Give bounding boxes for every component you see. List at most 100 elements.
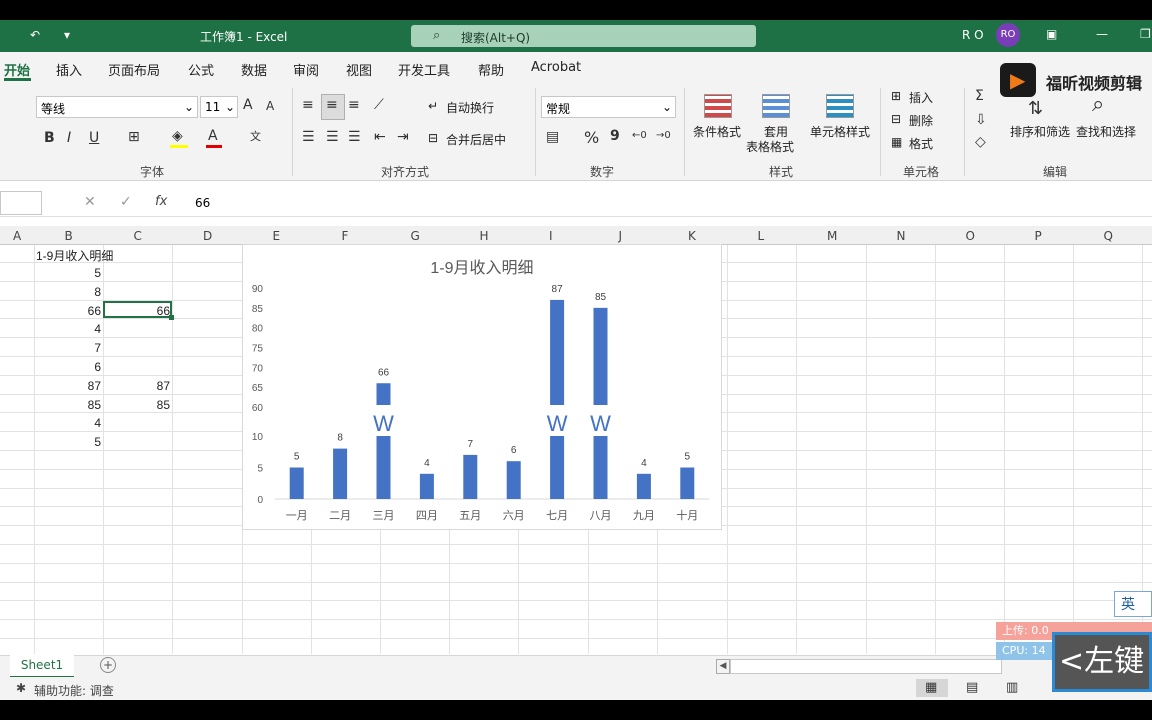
column-header-c[interactable]: C: [134, 229, 142, 243]
cell-b2[interactable]: 5: [34, 266, 101, 280]
tab-view[interactable]: 视图: [346, 60, 372, 79]
delete-cells-button[interactable]: 删除: [909, 112, 933, 129]
merge-center-button[interactable]: 合并后居中: [446, 131, 506, 148]
align-right-icon[interactable]: ☰: [348, 129, 361, 145]
cell-b7[interactable]: 6: [34, 360, 101, 374]
column-header-o[interactable]: O: [966, 229, 975, 243]
increase-indent-icon[interactable]: ⇥: [397, 129, 409, 145]
column-header-k[interactable]: K: [688, 229, 696, 243]
sheet-tab-sheet1[interactable]: Sheet1: [10, 655, 74, 678]
autosum-icon[interactable]: Σ: [975, 88, 984, 104]
table-format-button[interactable]: 表格格式: [746, 138, 794, 155]
grow-font-button[interactable]: A: [243, 97, 253, 113]
tab-insert[interactable]: 插入: [56, 60, 82, 79]
column-header-d[interactable]: D: [203, 229, 212, 243]
align-left-icon[interactable]: ☰: [302, 129, 315, 145]
number-format-select[interactable]: 常规 ⌄: [541, 96, 676, 118]
italic-button[interactable]: I: [67, 130, 71, 146]
column-header-j[interactable]: J: [619, 229, 623, 243]
scroll-left-icon[interactable]: ◀: [716, 659, 730, 674]
cell-b4[interactable]: 66: [34, 304, 101, 318]
decrease-decimal-icon[interactable]: →0: [656, 130, 671, 141]
column-header-b[interactable]: B: [65, 229, 73, 243]
search-input[interactable]: ⌕ 搜索(Alt+Q): [411, 25, 756, 47]
conditional-format-button[interactable]: 条件格式: [693, 123, 741, 140]
shrink-font-button[interactable]: A: [266, 99, 274, 113]
column-header-n[interactable]: N: [897, 229, 906, 243]
increase-decimal-icon[interactable]: ←0: [632, 130, 647, 141]
cell-b3[interactable]: 8: [34, 285, 101, 299]
font-color-icon[interactable]: A: [208, 128, 218, 144]
column-header-q[interactable]: Q: [1104, 229, 1113, 243]
tab-page-layout[interactable]: 页面布局: [108, 60, 160, 79]
bold-button[interactable]: B: [44, 130, 55, 146]
restore-icon[interactable]: ❐: [1140, 27, 1151, 41]
decrease-indent-icon[interactable]: ⇤: [374, 129, 386, 145]
column-header-m[interactable]: M: [827, 229, 837, 243]
column-header-h[interactable]: H: [480, 229, 489, 243]
font-name-select[interactable]: 等线 ⌄: [36, 96, 198, 118]
sort-filter-button[interactable]: 排序和筛选: [1010, 123, 1070, 140]
page-break-view-icon[interactable]: ▥: [1006, 680, 1018, 695]
insert-function-button[interactable]: fx: [155, 194, 167, 209]
align-top-icon[interactable]: ≡: [302, 97, 314, 113]
fill-icon[interactable]: ⇩: [975, 112, 987, 128]
find-select-button[interactable]: 查找和选择: [1076, 123, 1136, 140]
column-header-p[interactable]: P: [1035, 229, 1042, 243]
cell-b6[interactable]: 7: [34, 341, 101, 355]
column-header-f[interactable]: F: [342, 229, 349, 243]
column-header-a[interactable]: A: [13, 229, 21, 243]
tab-home[interactable]: 开始: [4, 60, 30, 79]
cell-b9[interactable]: 85: [34, 398, 101, 412]
tab-acrobat[interactable]: Acrobat: [531, 60, 581, 75]
fill-color-icon[interactable]: ◈: [172, 128, 183, 144]
align-center-icon[interactable]: ☰: [326, 129, 339, 145]
underline-button[interactable]: U: [89, 130, 99, 146]
cell-b8[interactable]: 87: [34, 379, 101, 393]
cell-c9[interactable]: 85: [103, 398, 170, 412]
comma-button[interactable]: 9: [610, 128, 620, 144]
tab-help[interactable]: 帮助: [478, 60, 504, 79]
clear-icon[interactable]: ◇: [975, 134, 986, 150]
font-size-select[interactable]: 11 ⌄: [200, 96, 238, 118]
tab-review[interactable]: 审阅: [293, 60, 319, 79]
currency-icon[interactable]: ▤: [546, 129, 559, 145]
wrap-text-button[interactable]: 自动换行: [446, 99, 494, 116]
enter-icon[interactable]: ✓: [120, 194, 132, 210]
cell-b10[interactable]: 4: [34, 416, 101, 430]
accessibility-status[interactable]: 辅助功能: 调查: [34, 682, 114, 699]
column-header-l[interactable]: L: [758, 229, 765, 243]
horizontal-scrollbar[interactable]: [730, 659, 1002, 674]
phonetic-icon[interactable]: 文: [250, 128, 261, 144]
undo-icon[interactable]: ↶: [30, 28, 40, 42]
page-layout-view-icon[interactable]: ▤: [966, 680, 978, 695]
ribbon-display-icon[interactable]: ▣: [1046, 27, 1057, 41]
ime-indicator[interactable]: 英: [1114, 591, 1152, 617]
format-cells-button[interactable]: 格式: [909, 135, 933, 152]
column-header-i[interactable]: I: [549, 229, 553, 243]
tab-data[interactable]: 数据: [241, 60, 267, 79]
column-header-e[interactable]: E: [273, 229, 281, 243]
tab-formulas[interactable]: 公式: [188, 60, 214, 79]
cancel-icon[interactable]: ✕: [84, 194, 96, 210]
tab-developer[interactable]: 开发工具: [398, 60, 450, 79]
customize-qat-icon[interactable]: ▾: [64, 28, 70, 42]
fill-handle[interactable]: [169, 315, 174, 320]
formula-input[interactable]: 66: [195, 196, 210, 210]
cell-c8[interactable]: 87: [103, 379, 170, 393]
name-box[interactable]: [0, 191, 42, 215]
align-bottom-icon[interactable]: ≡: [348, 97, 360, 113]
cell-b1[interactable]: 1-9月收入明细: [36, 247, 113, 264]
borders-icon[interactable]: ⊞: [128, 129, 140, 145]
orientation-icon[interactable]: ⟋: [374, 97, 384, 113]
minimize-icon[interactable]: —: [1096, 27, 1108, 41]
column-header-g[interactable]: G: [411, 229, 420, 243]
cell-b11[interactable]: 5: [34, 435, 101, 449]
cell-styles-button[interactable]: 单元格样式: [810, 123, 870, 140]
insert-cells-button[interactable]: 插入: [909, 89, 933, 106]
column-chart[interactable]: 1-9月收入明细 0 5 10 60 65 70 75 80 85 90 5 一月 8 二月 66 W 三月 4 四月…: [242, 244, 722, 530]
percent-button[interactable]: %: [584, 128, 599, 147]
add-sheet-button[interactable]: +: [100, 657, 116, 673]
avatar[interactable]: RO: [996, 23, 1020, 47]
selected-cell-c4[interactable]: [103, 301, 172, 318]
